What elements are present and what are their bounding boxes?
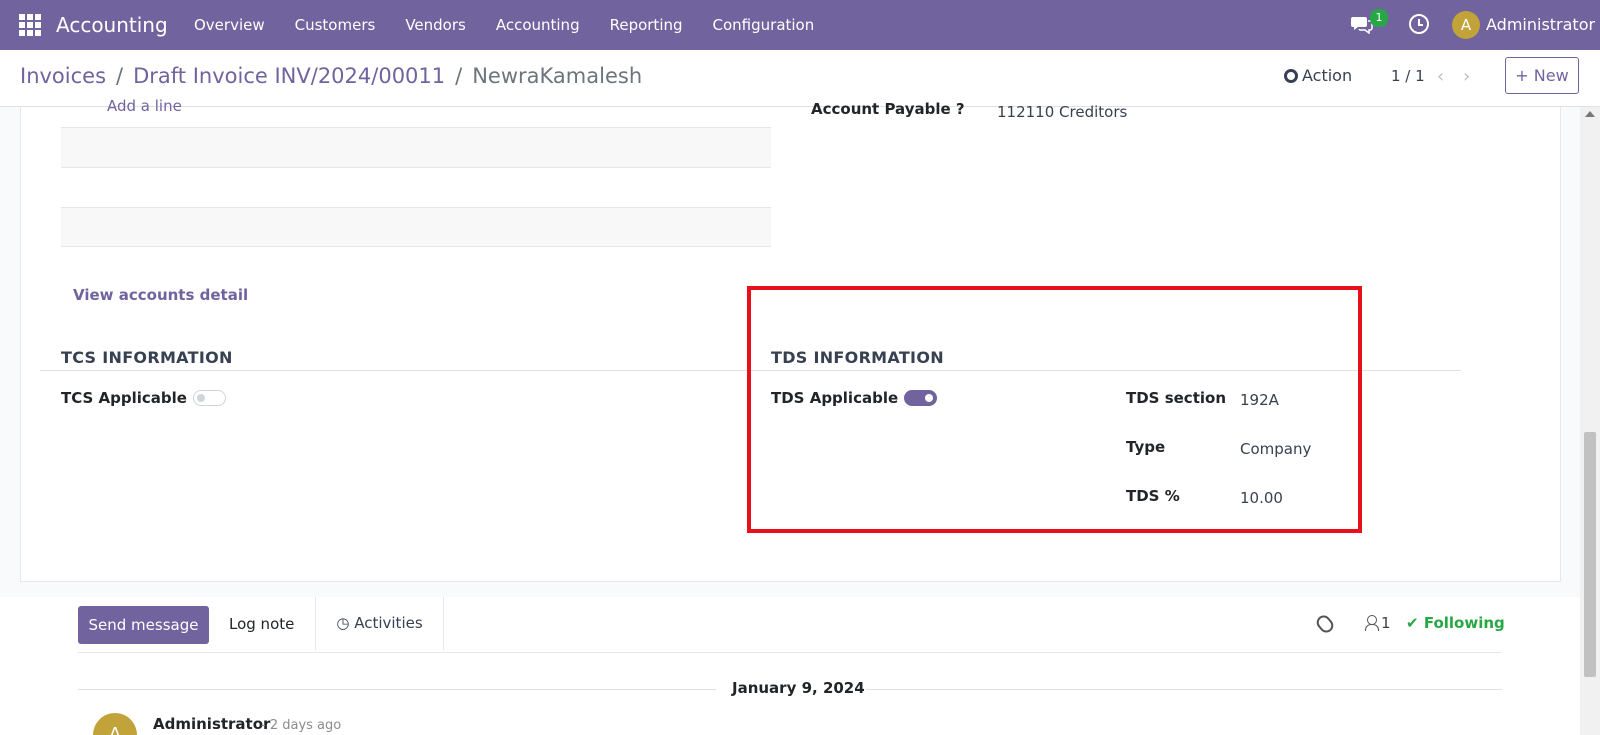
menu-item-customers[interactable]: Customers	[295, 16, 376, 34]
menu-item-vendors[interactable]: Vendors	[405, 16, 466, 34]
chevron-right-icon[interactable]: ›	[1463, 66, 1470, 87]
activities-label: Activities	[354, 614, 423, 632]
user-avatar[interactable]: A	[1452, 11, 1480, 39]
message-time: - 2 days ago	[261, 718, 342, 733]
breadcrumb: Invoices / Draft Invoice INV/2024/00011 …	[20, 64, 642, 88]
activities-button[interactable]: ◷ Activities	[315, 597, 444, 650]
menu-item-reporting[interactable]: Reporting	[610, 16, 683, 34]
breadcrumb-current: NewraKamalesh	[472, 64, 643, 88]
date-separator-line	[866, 689, 1502, 690]
plus-icon: +	[1515, 66, 1529, 85]
followers-icon[interactable]	[1365, 615, 1379, 631]
paperclip-icon[interactable]	[1313, 612, 1337, 636]
top-navbar: Accounting Overview Customers Vendors Ac…	[0, 0, 1600, 50]
following-label: Following	[1423, 614, 1505, 632]
account-payable-label: Account Payable ?	[811, 100, 965, 118]
followers-count[interactable]: 1	[1381, 614, 1391, 632]
view-accounts-detail-link[interactable]: View accounts detail	[73, 286, 248, 304]
pager-value[interactable]: 1 / 1	[1391, 67, 1425, 85]
menu-item-accounting[interactable]: Accounting	[496, 16, 580, 34]
new-label: New	[1533, 66, 1569, 85]
date-separator-line	[78, 689, 716, 690]
breadcrumb-invoices[interactable]: Invoices	[20, 64, 106, 88]
main-menu: Overview Customers Vendors Accounting Re…	[194, 16, 844, 34]
chatter-divider	[78, 652, 1502, 653]
gear-icon	[1284, 68, 1298, 83]
following-button[interactable]: ✔ Following	[1406, 614, 1505, 632]
menu-item-configuration[interactable]: Configuration	[713, 16, 815, 34]
chat-count-badge: 1	[1370, 9, 1388, 27]
tcs-section-title: TCS INFORMATION	[61, 348, 233, 367]
table-row	[61, 207, 771, 247]
new-button[interactable]: + New	[1505, 57, 1579, 94]
message-author[interactable]: Administrator	[153, 715, 270, 733]
action-button[interactable]: Action	[1284, 66, 1352, 85]
breadcrumb-separator: /	[116, 64, 124, 88]
menu-item-overview[interactable]: Overview	[194, 16, 265, 34]
action-label: Action	[1302, 66, 1353, 85]
date-separator-label: January 9, 2024	[732, 679, 865, 697]
app-brand[interactable]: Accounting	[56, 13, 168, 37]
tds-highlight-box	[747, 286, 1362, 533]
clock-icon: ◷	[336, 614, 350, 632]
tcs-applicable-label: TCS Applicable	[61, 389, 187, 407]
breadcrumb-draft-invoice[interactable]: Draft Invoice INV/2024/00011	[133, 64, 445, 88]
table-row	[61, 127, 771, 167]
log-note-button[interactable]: Log note	[229, 615, 294, 633]
scrollbar[interactable]	[1580, 107, 1600, 735]
chevron-left-icon[interactable]: ‹	[1437, 66, 1444, 87]
user-name[interactable]: Administrator	[1486, 15, 1595, 34]
apps-grid-icon[interactable]	[19, 14, 41, 36]
tcs-applicable-toggle[interactable]	[193, 390, 226, 406]
send-message-button[interactable]: Send message	[78, 606, 209, 644]
account-payable-value[interactable]: 112110 Creditors	[997, 103, 1127, 121]
scrollbar-thumb[interactable]	[1584, 432, 1596, 677]
activity-clock-icon[interactable]	[1409, 14, 1429, 34]
add-line-link[interactable]: Add a line	[107, 97, 182, 115]
control-panel: Invoices / Draft Invoice INV/2024/00011 …	[0, 50, 1600, 107]
breadcrumb-separator: /	[455, 64, 463, 88]
chatter: Send message Log note ◷ Activities 1 ✔ F…	[0, 597, 1580, 735]
message-author-avatar: A	[93, 713, 137, 735]
scroll-up-arrow-icon[interactable]	[1585, 111, 1595, 117]
check-icon: ✔	[1406, 614, 1419, 632]
table-row	[61, 167, 771, 207]
